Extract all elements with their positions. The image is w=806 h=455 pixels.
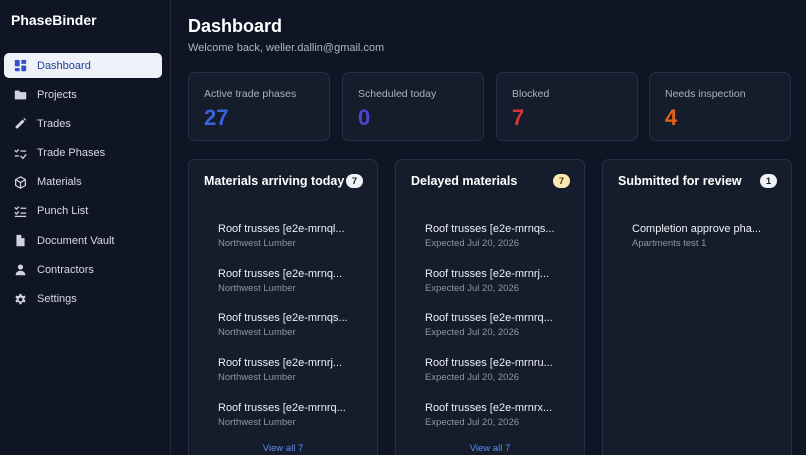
document-icon bbox=[14, 234, 27, 247]
item-subtitle: Apartments test 1 bbox=[632, 238, 707, 249]
sidebar-item-punch-list[interactable]: Punch List bbox=[4, 199, 162, 224]
item-subtitle: Northwest Lumber bbox=[218, 327, 296, 339]
view-all-link[interactable]: View all 7 bbox=[396, 443, 584, 454]
item-title: Roof trusses [e2e-mrnqs... bbox=[218, 312, 348, 325]
item-subtitle: Expected Jul 20, 2026 bbox=[425, 372, 520, 384]
stat-card-blocked[interactable]: Blocked 7 bbox=[496, 72, 638, 141]
list-item[interactable]: Roof trusses [e2e-mrnqs... Expected Jul … bbox=[425, 223, 570, 268]
delayed-list: Roof trusses [e2e-mrnqs... Expected Jul … bbox=[425, 223, 570, 446]
welcome-message: Welcome back, weller.dallin@gmail.com bbox=[188, 42, 385, 54]
checklist-icon bbox=[14, 147, 27, 160]
stat-value: 4 bbox=[665, 105, 678, 130]
pencil-icon bbox=[14, 117, 27, 130]
sidebar-item-label: Contractors bbox=[37, 263, 94, 276]
panel-title: Delayed materials bbox=[411, 174, 518, 188]
panel-submitted-for-review: Submitted for review 1 Completion approv… bbox=[602, 159, 792, 455]
list-item[interactable]: Roof trusses [e2e-mrnrx... Expected Jul … bbox=[425, 402, 570, 447]
stat-value: 27 bbox=[204, 105, 229, 130]
sidebar-item-label: Punch List bbox=[37, 205, 89, 218]
gear-icon bbox=[14, 293, 27, 306]
item-subtitle: Expected Jul 20, 2026 bbox=[425, 238, 520, 249]
review-list: Completion approve pha... Apartments tes… bbox=[632, 223, 777, 268]
list-item[interactable]: Roof trusses [e2e-mrnrq... Northwest Lum… bbox=[218, 402, 363, 447]
list-item[interactable]: Roof trusses [e2e-mrnrj... Northwest Lum… bbox=[218, 357, 363, 402]
sidebar-item-contractors[interactable]: Contractors bbox=[4, 257, 162, 282]
sidebar-item-projects[interactable]: Projects bbox=[4, 82, 162, 107]
item-title: Roof trusses [e2e-mrnrj... bbox=[218, 357, 343, 370]
sidebar-item-label: Document Vault bbox=[37, 234, 115, 247]
list-item[interactable]: Roof trusses [e2e-mrnqs... Northwest Lum… bbox=[218, 312, 363, 357]
user-icon bbox=[14, 263, 27, 276]
list-item[interactable]: Roof trusses [e2e-mrnq... Northwest Lumb… bbox=[218, 268, 363, 313]
list-item[interactable]: Completion approve pha... Apartments tes… bbox=[632, 223, 777, 268]
panel-title: Submitted for review bbox=[618, 174, 742, 188]
count-badge: 1 bbox=[760, 174, 777, 188]
list-item[interactable]: Roof trusses [e2e-mrnru... Expected Jul … bbox=[425, 357, 570, 402]
item-subtitle: Northwest Lumber bbox=[218, 238, 296, 249]
stat-label: Active trade phases bbox=[204, 88, 297, 100]
item-title: Roof trusses [e2e-mrnrx... bbox=[425, 401, 553, 414]
sidebar-item-trades[interactable]: Trades bbox=[4, 111, 162, 136]
view-all-link[interactable]: View all 7 bbox=[189, 443, 377, 454]
sidebar-item-materials[interactable]: Materials bbox=[4, 170, 162, 195]
stat-card-scheduled-today[interactable]: Scheduled today 0 bbox=[342, 72, 484, 141]
item-subtitle: Northwest Lumber bbox=[218, 372, 296, 384]
main-content: Dashboard Welcome back, weller.dallin@gm… bbox=[172, 0, 806, 455]
app-brand: PhaseBinder bbox=[11, 12, 97, 28]
sidebar-item-label: Projects bbox=[37, 88, 77, 101]
count-badge: 7 bbox=[346, 174, 363, 188]
list-item[interactable]: Roof trusses [e2e-mrnrq... Expected Jul … bbox=[425, 312, 570, 357]
folder-icon bbox=[14, 88, 27, 101]
item-title: Completion approve pha... bbox=[632, 223, 762, 235]
stat-label: Needs inspection bbox=[665, 88, 746, 100]
item-subtitle: Northwest Lumber bbox=[218, 282, 296, 294]
stat-value: 0 bbox=[358, 105, 371, 130]
panel-title: Materials arriving today bbox=[204, 174, 345, 188]
item-title: Roof trusses [e2e-mrnqs... bbox=[425, 223, 555, 235]
box-icon bbox=[14, 175, 27, 189]
item-title: Roof trusses [e2e-mrnql... bbox=[218, 223, 345, 235]
sidebar-item-label: Trade Phases bbox=[37, 147, 106, 160]
sidebar-item-label: Trades bbox=[37, 117, 71, 130]
list-item[interactable]: Roof trusses [e2e-mrnrj... Expected Jul … bbox=[425, 268, 570, 313]
sidebar-item-label: Settings bbox=[37, 293, 77, 305]
panel-materials-arriving-today: Materials arriving today 7 Roof trusses … bbox=[188, 159, 378, 455]
item-subtitle: Northwest Lumber bbox=[218, 416, 296, 428]
stat-label: Scheduled today bbox=[358, 88, 437, 100]
stat-value: 7 bbox=[512, 105, 525, 130]
item-subtitle: Expected Jul 20, 2026 bbox=[425, 282, 520, 294]
sidebar: PhaseBinder Dashboard Projects Trades Tr… bbox=[0, 0, 171, 455]
stat-label: Blocked bbox=[512, 88, 550, 100]
stat-card-active-trade-phases[interactable]: Active trade phases 27 bbox=[188, 72, 330, 141]
item-title: Roof trusses [e2e-mrnrq... bbox=[425, 312, 553, 325]
sidebar-nav: Dashboard Projects Trades Trade Phases M… bbox=[4, 53, 162, 316]
item-subtitle: Expected Jul 20, 2026 bbox=[425, 416, 520, 428]
sidebar-item-trade-phases[interactable]: Trade Phases bbox=[4, 141, 162, 166]
page-title: Dashboard bbox=[188, 16, 283, 36]
sidebar-item-settings[interactable]: Settings bbox=[4, 287, 162, 312]
item-subtitle: Expected Jul 20, 2026 bbox=[425, 327, 520, 339]
item-title: Roof trusses [e2e-mrnru... bbox=[425, 357, 553, 370]
panel-delayed-materials: Delayed materials 7 Roof trusses [e2e-mr… bbox=[395, 159, 585, 455]
sidebar-item-label: Materials bbox=[37, 176, 82, 189]
sidebar-item-document-vault[interactable]: Document Vault bbox=[4, 228, 162, 253]
stat-card-needs-inspection[interactable]: Needs inspection 4 bbox=[649, 72, 791, 141]
item-title: Roof trusses [e2e-mrnrq... bbox=[218, 401, 346, 414]
list-item[interactable]: Roof trusses [e2e-mrnql... Northwest Lum… bbox=[218, 223, 363, 268]
count-badge: 7 bbox=[553, 174, 570, 188]
sidebar-item-label: Dashboard bbox=[37, 59, 91, 72]
list-check-icon bbox=[14, 205, 27, 218]
item-title: Roof trusses [e2e-mrnrj... bbox=[425, 267, 550, 280]
dashboard-icon bbox=[14, 59, 27, 72]
sidebar-item-dashboard[interactable]: Dashboard bbox=[4, 53, 162, 78]
materials-list: Roof trusses [e2e-mrnql... Northwest Lum… bbox=[218, 223, 363, 446]
item-title: Roof trusses [e2e-mrnq... bbox=[218, 267, 343, 280]
